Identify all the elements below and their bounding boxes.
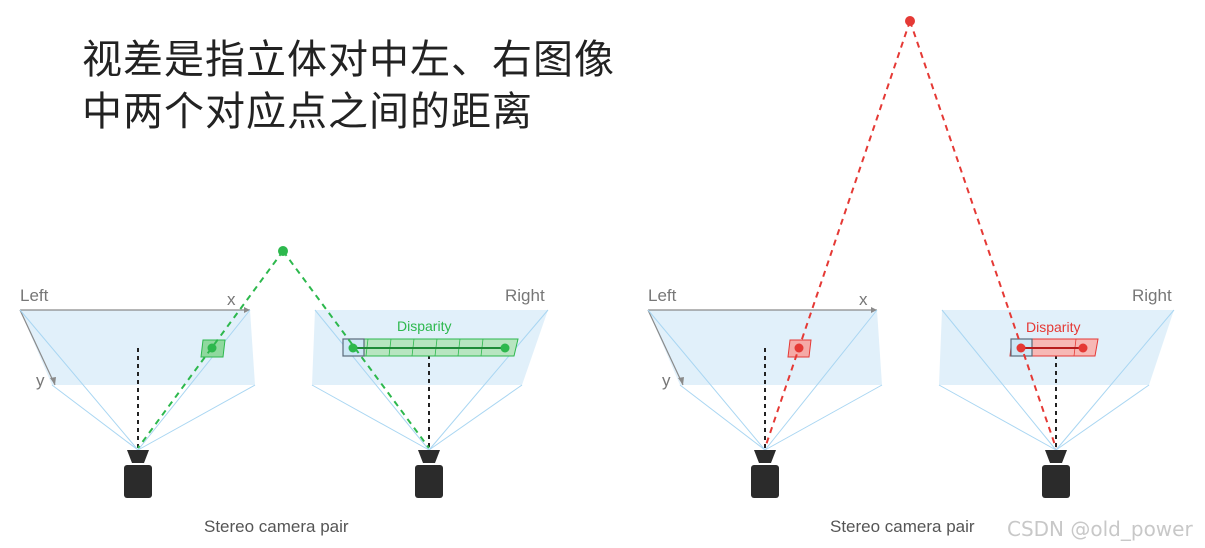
- caption: Stereo camera pair: [830, 517, 975, 536]
- caption: Stereo camera pair: [204, 517, 349, 536]
- y-axis-label: y: [36, 371, 45, 390]
- near-point-diagram: Left Right x y Disparity Stereo camera p…: [19, 246, 549, 536]
- watermark: CSDN @old_power: [1007, 517, 1193, 541]
- far-point-diagram: Left Right x y Disparity Stereo camera p…: [647, 16, 1175, 536]
- stereo-diagram: Left Right x y Disparity Stereo camera p…: [19, 16, 1193, 541]
- right-camera-icon: [415, 450, 443, 498]
- left-label: Left: [648, 286, 677, 305]
- right-point-in-right-image: [1078, 343, 1088, 353]
- left-camera-icon: [751, 450, 779, 498]
- disparity-label: Disparity: [1026, 319, 1080, 335]
- y-axis-label: y: [662, 371, 671, 390]
- right-label: Right: [505, 286, 545, 305]
- left-camera-icon: [124, 450, 152, 498]
- x-axis-label: x: [227, 290, 236, 309]
- disparity-label: Disparity: [397, 318, 451, 334]
- x-axis-label: x: [859, 290, 868, 309]
- scene-point: [278, 246, 288, 256]
- scene-point: [905, 16, 915, 26]
- right-camera-icon: [1042, 450, 1070, 498]
- right-point-in-right-image: [500, 343, 510, 353]
- right-label: Right: [1132, 286, 1172, 305]
- left-label: Left: [20, 286, 49, 305]
